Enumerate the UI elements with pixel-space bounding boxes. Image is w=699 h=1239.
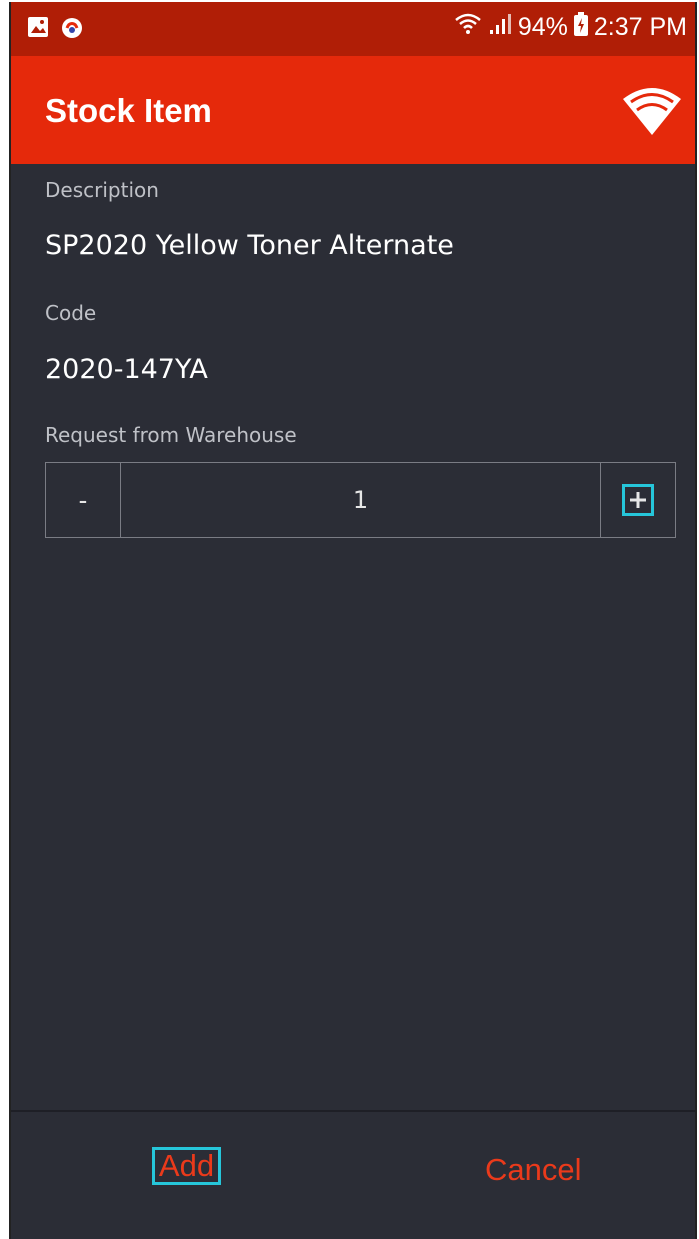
cancel-button[interactable]: Cancel: [485, 1152, 582, 1188]
battery-percent: 94%: [517, 13, 568, 41]
wifi-icon: [454, 12, 482, 43]
bottom-action-bar: [11, 1110, 695, 1239]
app-notification-icon: [59, 14, 85, 45]
increment-button[interactable]: [600, 463, 675, 537]
status-time: 2:37 PM: [593, 13, 687, 41]
app-screen: 94% 2:37 PM Stock Item Description SP202…: [9, 2, 697, 1239]
description-label: Description: [45, 178, 159, 202]
status-bar: 94% 2:37 PM: [11, 2, 695, 56]
request-label: Request from Warehouse: [45, 423, 297, 447]
battery-charging-icon: [573, 12, 588, 43]
quantity-value[interactable]: 1: [121, 463, 600, 537]
page-title: Stock Item: [45, 92, 212, 129]
code-label: Code: [45, 301, 97, 325]
add-button[interactable]: Add: [152, 1147, 221, 1185]
wifi-icon[interactable]: [623, 85, 681, 135]
gallery-icon: [27, 16, 49, 43]
signal-icon: [488, 12, 512, 43]
quantity-stepper: - 1: [45, 462, 676, 538]
description-value: SP2020 Yellow Toner Alternate: [45, 230, 454, 261]
plus-icon: [622, 484, 654, 516]
decrement-button[interactable]: -: [46, 463, 121, 537]
code-value: 2020-147YA: [45, 354, 208, 385]
app-bar: Stock Item: [11, 56, 695, 164]
